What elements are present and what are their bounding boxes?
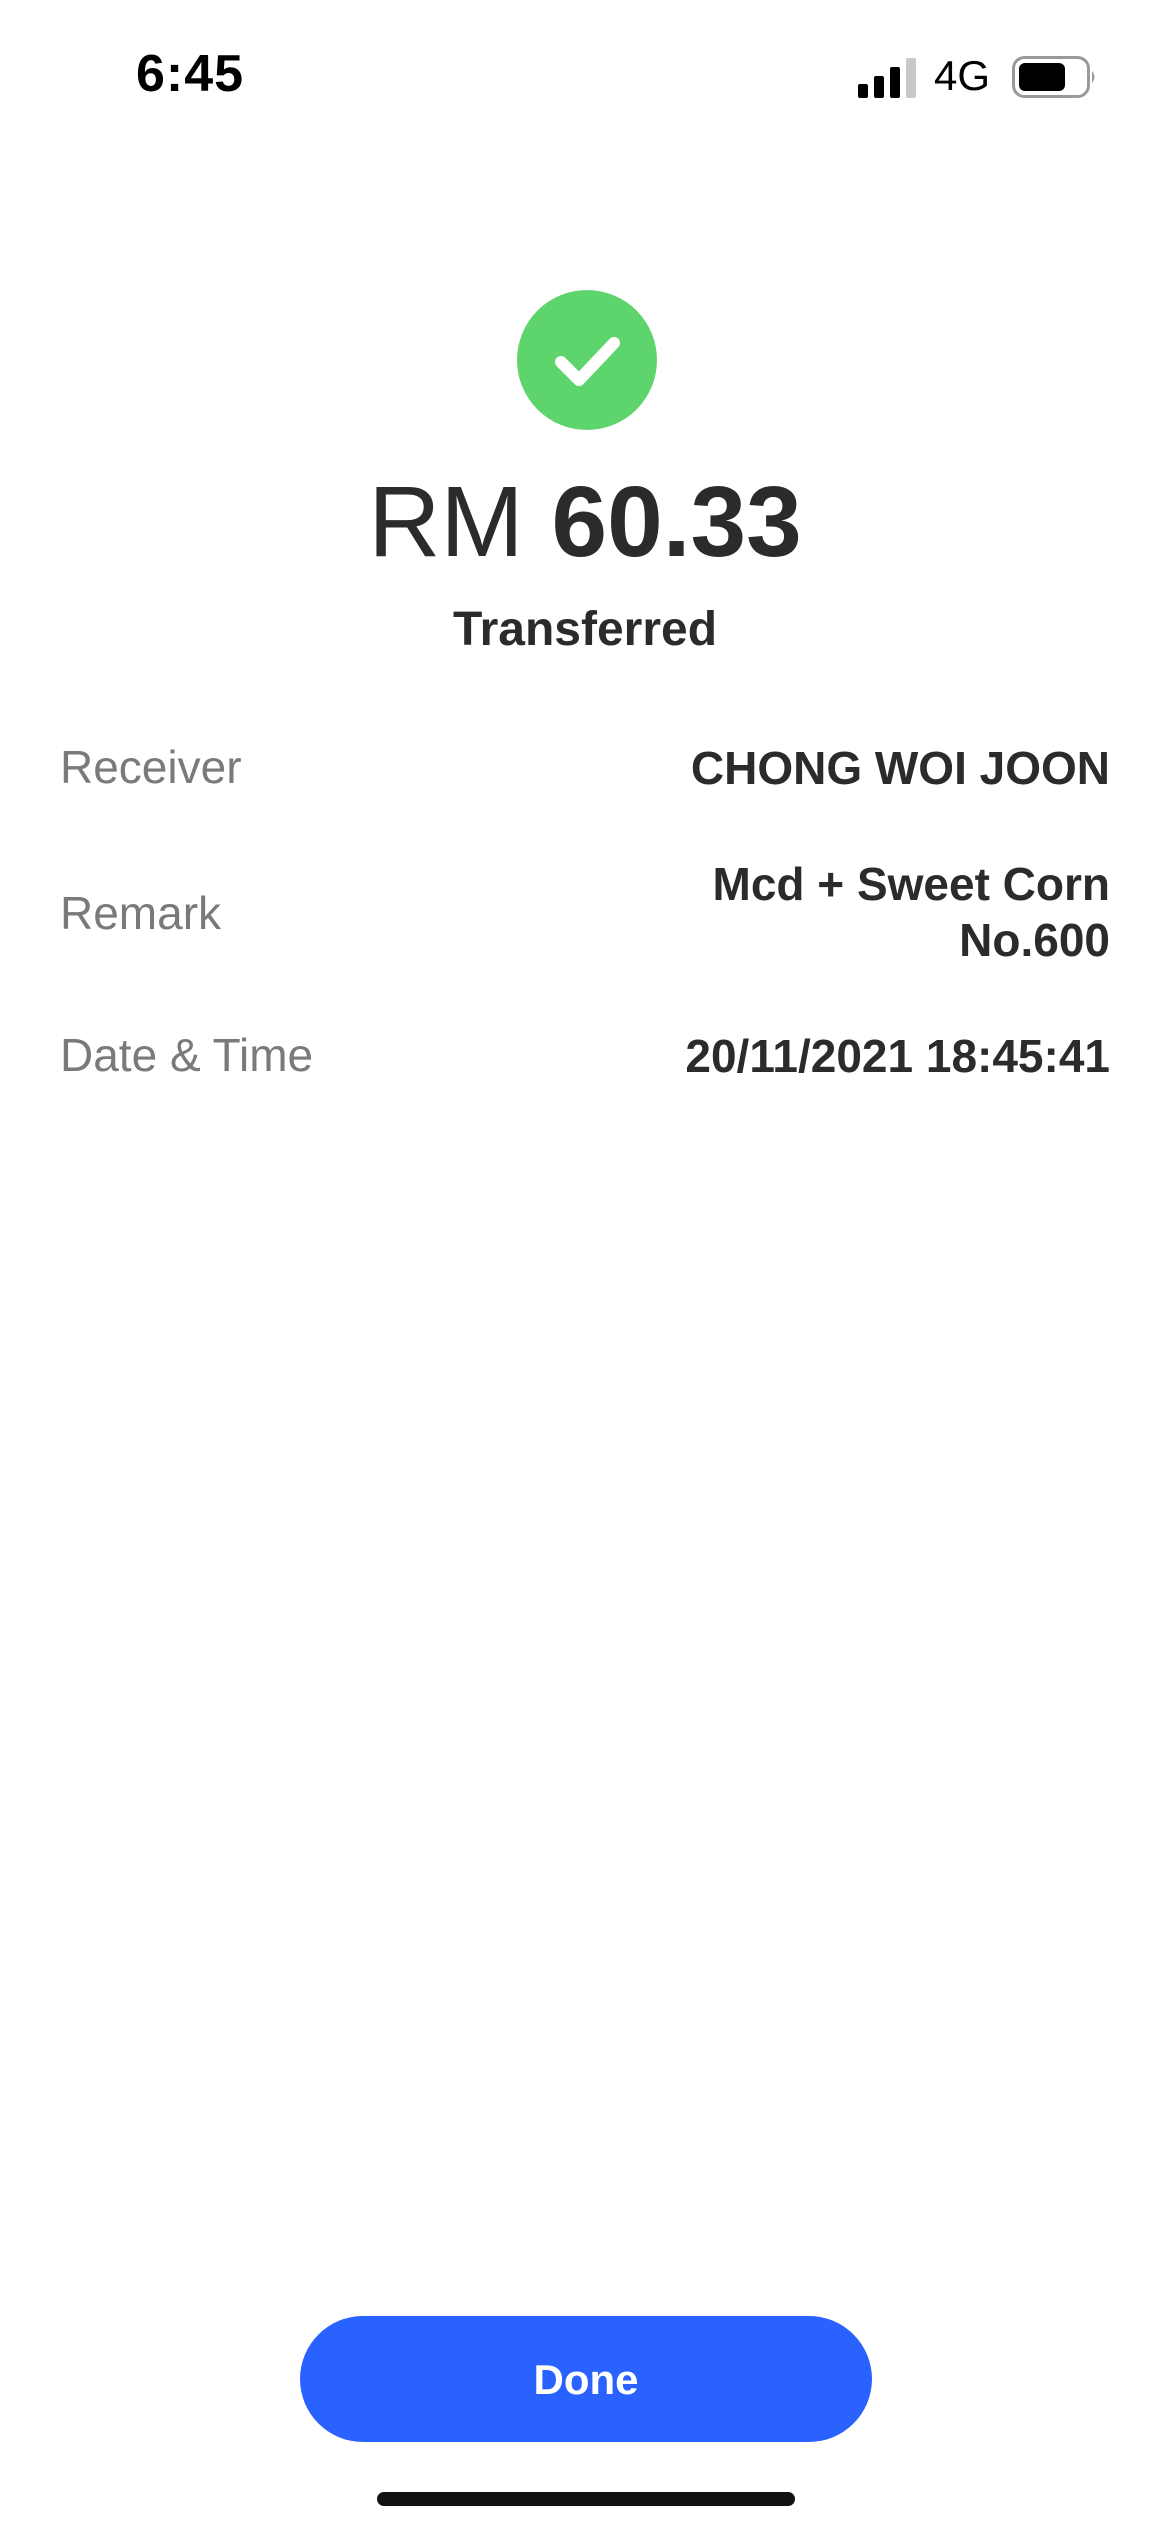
battery-icon	[1012, 56, 1095, 98]
remark-line-2: No.600	[959, 914, 1110, 966]
done-button[interactable]: Done	[300, 2316, 872, 2442]
status-bar: 6:45 4G	[0, 0, 1170, 150]
status-time: 6:45	[136, 45, 245, 103]
success-checkmark-icon	[517, 290, 657, 430]
detail-row-date-time: Date & Time 20/11/2021 18:45:41	[60, 1026, 1110, 1086]
network-type-label: 4G	[934, 52, 991, 99]
detail-label: Receiver	[60, 741, 242, 793]
transfer-status: Transferred	[452, 603, 718, 656]
transaction-date-time: 20/11/2021 18:45:41	[685, 1030, 1110, 1082]
remark-line-1: Mcd + Sweet Corn	[712, 858, 1110, 910]
remark-value: Mcd + Sweet Corn No.600	[713, 856, 1110, 968]
checkmark-icon	[555, 337, 620, 386]
currency-label: RM	[368, 466, 524, 578]
receiver-name: CHONG WOI JOON	[690, 742, 1110, 794]
amount-value: 60.33	[551, 466, 802, 578]
transfer-amount: RM 60.33	[0, 462, 1170, 582]
cellular-signal-icon	[858, 58, 916, 98]
detail-row-remark: Remark Mcd + Sweet Corn No.600	[60, 856, 1110, 976]
home-indicator[interactable]	[377, 2492, 795, 2506]
detail-row-receiver: Receiver CHONG WOI JOON	[60, 738, 1110, 798]
detail-label: Remark	[60, 887, 222, 939]
detail-label: Date & Time	[60, 1029, 314, 1081]
